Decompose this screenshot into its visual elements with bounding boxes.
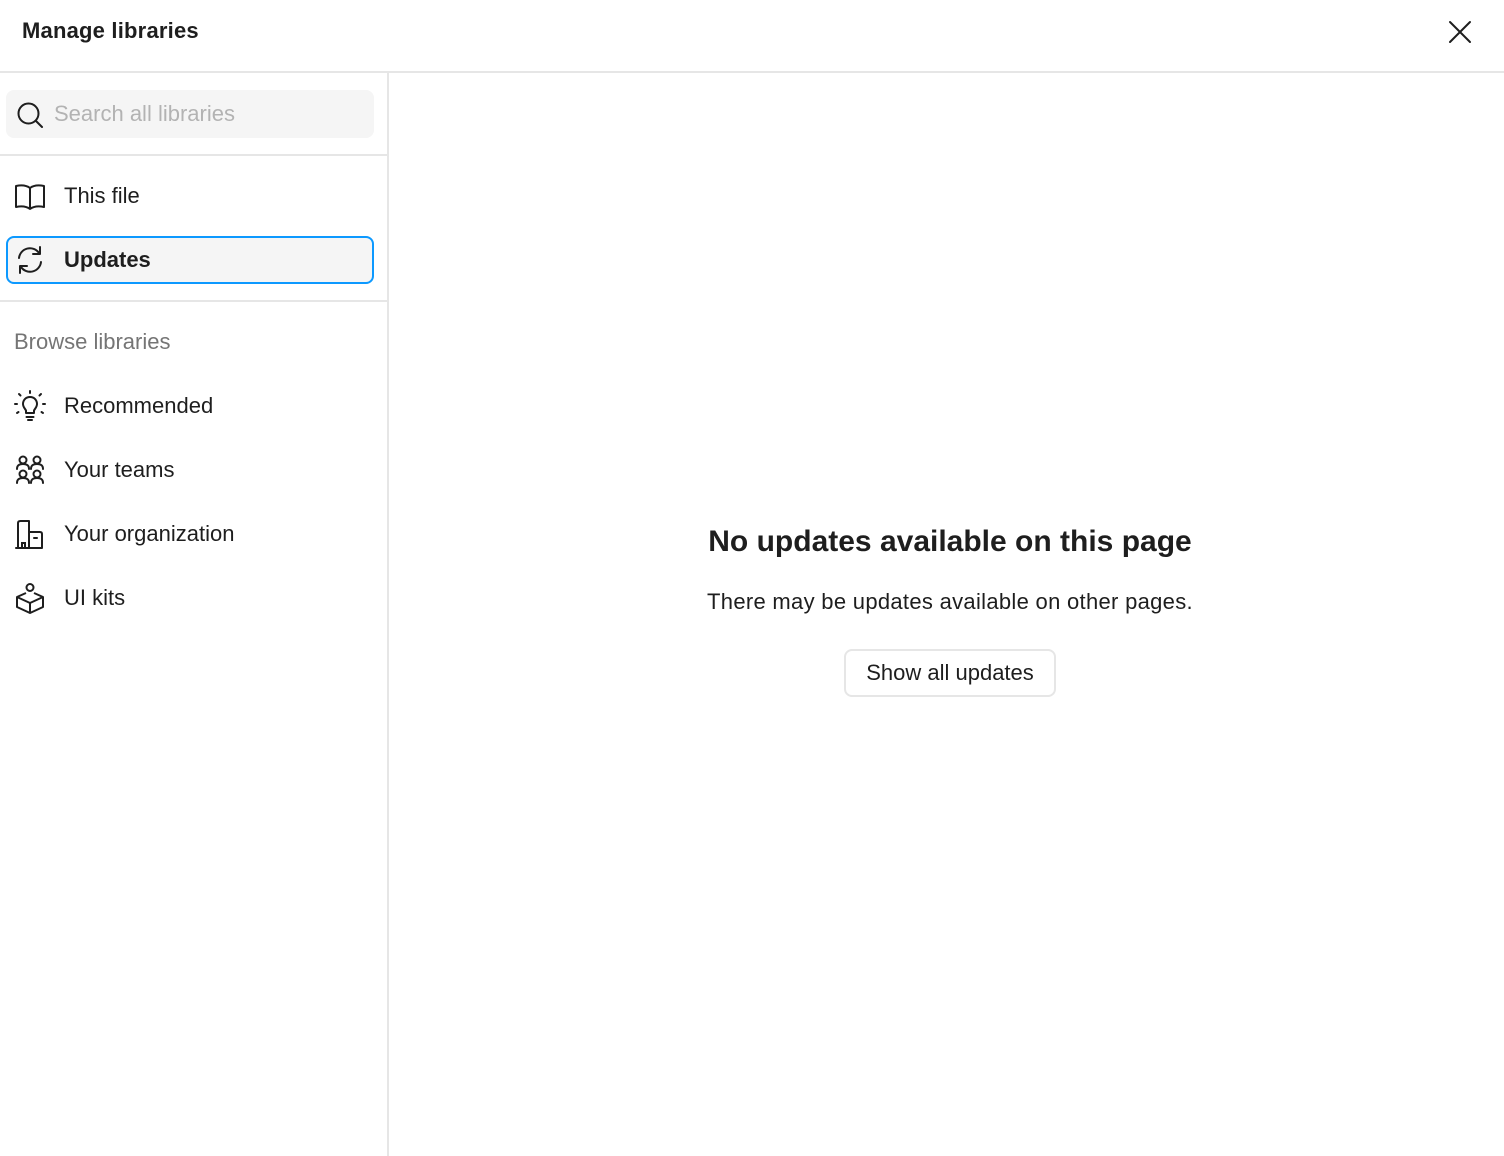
search-icon [16, 101, 44, 129]
close-icon [1448, 20, 1472, 44]
sidebar-item-label: This file [64, 183, 140, 208]
sidebar-item-label: Recommended [64, 393, 214, 418]
close-button[interactable] [1440, 12, 1480, 52]
updates-panel: No updates available on this page There … [391, 73, 1504, 1156]
search-box[interactable] [6, 90, 374, 138]
search-input[interactable] [54, 90, 366, 138]
sidebar-item-your-organization[interactable]: Your organization [6, 510, 374, 558]
sidebar-item-label: UI kits [64, 585, 126, 610]
sidebar-item-label: Updates [64, 247, 151, 272]
sidebar-divider [0, 154, 389, 156]
team-icon [14, 454, 46, 486]
ui-kit-icon [14, 582, 46, 614]
empty-state-title: No updates available on this page [708, 525, 1192, 558]
sidebar: This file Updates Browse libraries [0, 73, 389, 1156]
sidebar-divider [0, 300, 389, 302]
sidebar-item-this-file[interactable]: This file [6, 172, 374, 220]
sidebar-item-label: Your teams [64, 457, 175, 482]
lightbulb-icon [14, 390, 46, 422]
browse-libraries-heading: Browse libraries [14, 329, 171, 354]
sidebar-item-label: Your organization [64, 521, 235, 546]
sidebar-item-ui-kits[interactable]: UI kits [6, 574, 374, 622]
sidebar-item-your-teams[interactable]: Your teams [6, 446, 374, 494]
manage-libraries-dialog: Manage libraries Search all libraries Th… [0, 0, 1504, 1156]
sidebar-item-recommended[interactable]: Recommended [6, 382, 374, 430]
dialog-title: Manage libraries [22, 18, 199, 43]
organization-icon [14, 518, 46, 550]
sidebar-item-updates[interactable]: Updates [6, 236, 374, 284]
dialog-header: Manage libraries [0, 0, 1504, 73]
empty-state-description: There may be updates available on other … [707, 589, 1193, 614]
refresh-icon [14, 244, 46, 276]
show-all-updates-button[interactable]: Show all updates [844, 649, 1056, 697]
book-icon [14, 180, 46, 212]
